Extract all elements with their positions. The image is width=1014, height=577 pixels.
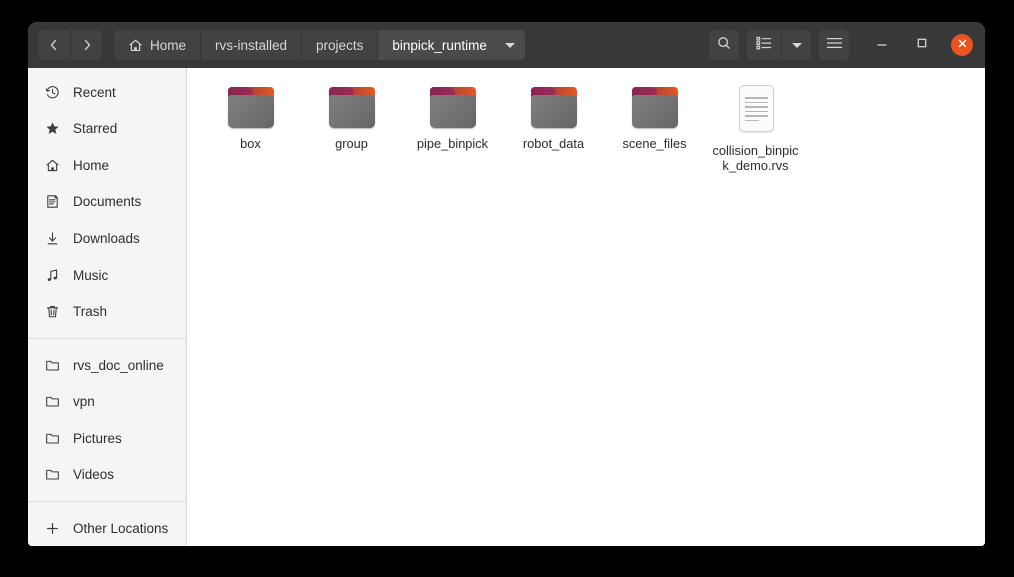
minimize-button[interactable] bbox=[871, 34, 893, 56]
chevron-down-icon bbox=[791, 42, 802, 48]
file-item[interactable]: pipe_binpick bbox=[402, 82, 503, 173]
sidebar-item-label: Trash bbox=[73, 304, 108, 320]
maximize-icon bbox=[915, 36, 929, 55]
file-item[interactable]: scene_files bbox=[604, 82, 705, 173]
sidebar-item-label: Recent bbox=[73, 84, 116, 100]
breadcrumb: Home rvs-installed projects binpick_runt… bbox=[114, 30, 525, 60]
header-bar: Home rvs-installed projects binpick_runt… bbox=[28, 22, 985, 68]
sidebar-item-rvs-doc-online[interactable]: rvs_doc_online bbox=[28, 347, 186, 384]
minimize-icon bbox=[875, 36, 889, 55]
breadcrumb-item-projects[interactable]: projects bbox=[301, 30, 378, 60]
close-button[interactable] bbox=[951, 34, 973, 56]
maximize-button[interactable] bbox=[911, 34, 933, 56]
sidebar-item-label: Documents bbox=[73, 194, 142, 210]
sidebar-item-label: Downloads bbox=[73, 230, 140, 246]
sidebar-item-label: rvs_doc_online bbox=[73, 357, 164, 373]
sidebar-divider bbox=[28, 337, 186, 339]
window-body: Recent Starred Home Documents Downloads … bbox=[28, 68, 985, 546]
hamburger-menu-icon bbox=[826, 36, 843, 55]
sidebar-item-trash[interactable]: Trash bbox=[28, 293, 186, 330]
file-grid: box group pipe_binpick robot_data scene_… bbox=[187, 82, 985, 173]
breadcrumb-item-home[interactable]: Home bbox=[114, 30, 201, 60]
sidebar-item-label: Pictures bbox=[73, 430, 122, 446]
file-list-area[interactable]: box group pipe_binpick robot_data scene_… bbox=[187, 68, 985, 546]
plus-icon bbox=[44, 520, 61, 537]
folder-icon bbox=[429, 84, 477, 129]
folder-icon bbox=[44, 357, 61, 374]
sidebar-item-downloads[interactable]: Downloads bbox=[28, 220, 186, 257]
close-icon bbox=[957, 36, 968, 54]
breadcrumb-item-binpick-runtime[interactable]: binpick_runtime bbox=[377, 30, 525, 60]
file-item[interactable]: group bbox=[301, 82, 402, 173]
file-item[interactable]: collision_binpick_demo.rvs bbox=[705, 82, 806, 173]
sidebar-item-label: Other Locations bbox=[73, 520, 169, 536]
search-button[interactable] bbox=[709, 30, 739, 60]
document-icon bbox=[732, 84, 780, 136]
window-controls bbox=[871, 34, 977, 56]
file-name-label: robot_data bbox=[522, 136, 585, 151]
file-name-label: group bbox=[335, 136, 368, 151]
sidebar-item-label: Home bbox=[73, 157, 110, 173]
sidebar-item-starred[interactable]: Starred bbox=[28, 111, 186, 148]
file-name-label: pipe_binpick bbox=[416, 136, 489, 151]
file-name-label: box bbox=[240, 136, 261, 151]
sidebar-item-home[interactable]: Home bbox=[28, 147, 186, 184]
sidebar-item-label: Starred bbox=[73, 121, 118, 137]
sidebar-item-recent[interactable]: Recent bbox=[28, 74, 186, 111]
home-icon bbox=[44, 157, 61, 174]
folder-icon bbox=[328, 84, 376, 129]
folder-icon bbox=[631, 84, 679, 129]
sidebar-item-pictures[interactable]: Pictures bbox=[28, 420, 186, 457]
breadcrumb-label: rvs-installed bbox=[215, 37, 288, 53]
home-icon bbox=[128, 38, 143, 53]
sidebar-footer: Other Locations bbox=[28, 493, 186, 546]
search-icon bbox=[716, 35, 732, 56]
sidebar: Recent Starred Home Documents Downloads … bbox=[28, 68, 187, 546]
folder-icon bbox=[44, 466, 61, 483]
chevron-left-icon bbox=[47, 38, 61, 52]
sidebar-item-label: Music bbox=[73, 267, 109, 283]
file-manager-window: Home rvs-installed projects binpick_runt… bbox=[28, 22, 985, 546]
sidebar-divider bbox=[28, 501, 186, 502]
main-menu-button[interactable] bbox=[819, 30, 849, 60]
documents-icon bbox=[44, 193, 61, 210]
chevron-right-icon bbox=[80, 38, 94, 52]
breadcrumb-label: binpick_runtime bbox=[392, 37, 487, 53]
breadcrumb-label: projects bbox=[316, 37, 364, 53]
clock-icon bbox=[44, 84, 61, 101]
list-view-icon bbox=[756, 36, 772, 55]
sidebar-item-music[interactable]: Music bbox=[28, 257, 186, 294]
music-note-icon bbox=[44, 267, 61, 284]
forward-button[interactable] bbox=[70, 30, 102, 60]
folder-icon bbox=[227, 84, 275, 129]
file-name-label: collision_binpick_demo.rvs bbox=[712, 143, 799, 173]
list-view-button[interactable] bbox=[747, 30, 781, 60]
navigation-buttons bbox=[38, 30, 102, 60]
back-button[interactable] bbox=[38, 30, 70, 60]
folder-icon bbox=[44, 430, 61, 447]
file-name-label: scene_files bbox=[622, 136, 687, 151]
sidebar-item-vpn[interactable]: vpn bbox=[28, 383, 186, 420]
file-item[interactable]: box bbox=[200, 82, 301, 173]
breadcrumb-label: Home bbox=[150, 37, 187, 53]
download-icon bbox=[44, 230, 61, 247]
view-controls bbox=[747, 30, 811, 60]
folder-icon bbox=[44, 393, 61, 410]
folder-icon bbox=[530, 84, 578, 129]
sidebar-item-label: vpn bbox=[73, 394, 95, 410]
star-icon bbox=[44, 120, 61, 137]
view-options-button[interactable] bbox=[781, 30, 811, 60]
file-item[interactable]: robot_data bbox=[503, 82, 604, 173]
sidebar-item-videos[interactable]: Videos bbox=[28, 456, 186, 493]
trash-icon bbox=[44, 303, 61, 320]
chevron-down-icon bbox=[504, 42, 515, 48]
sidebar-item-label: Videos bbox=[73, 467, 115, 483]
sidebar-item-other-locations[interactable]: Other Locations bbox=[28, 510, 186, 546]
sidebar-item-documents[interactable]: Documents bbox=[28, 184, 186, 221]
breadcrumb-item-rvs-installed[interactable]: rvs-installed bbox=[200, 30, 302, 60]
